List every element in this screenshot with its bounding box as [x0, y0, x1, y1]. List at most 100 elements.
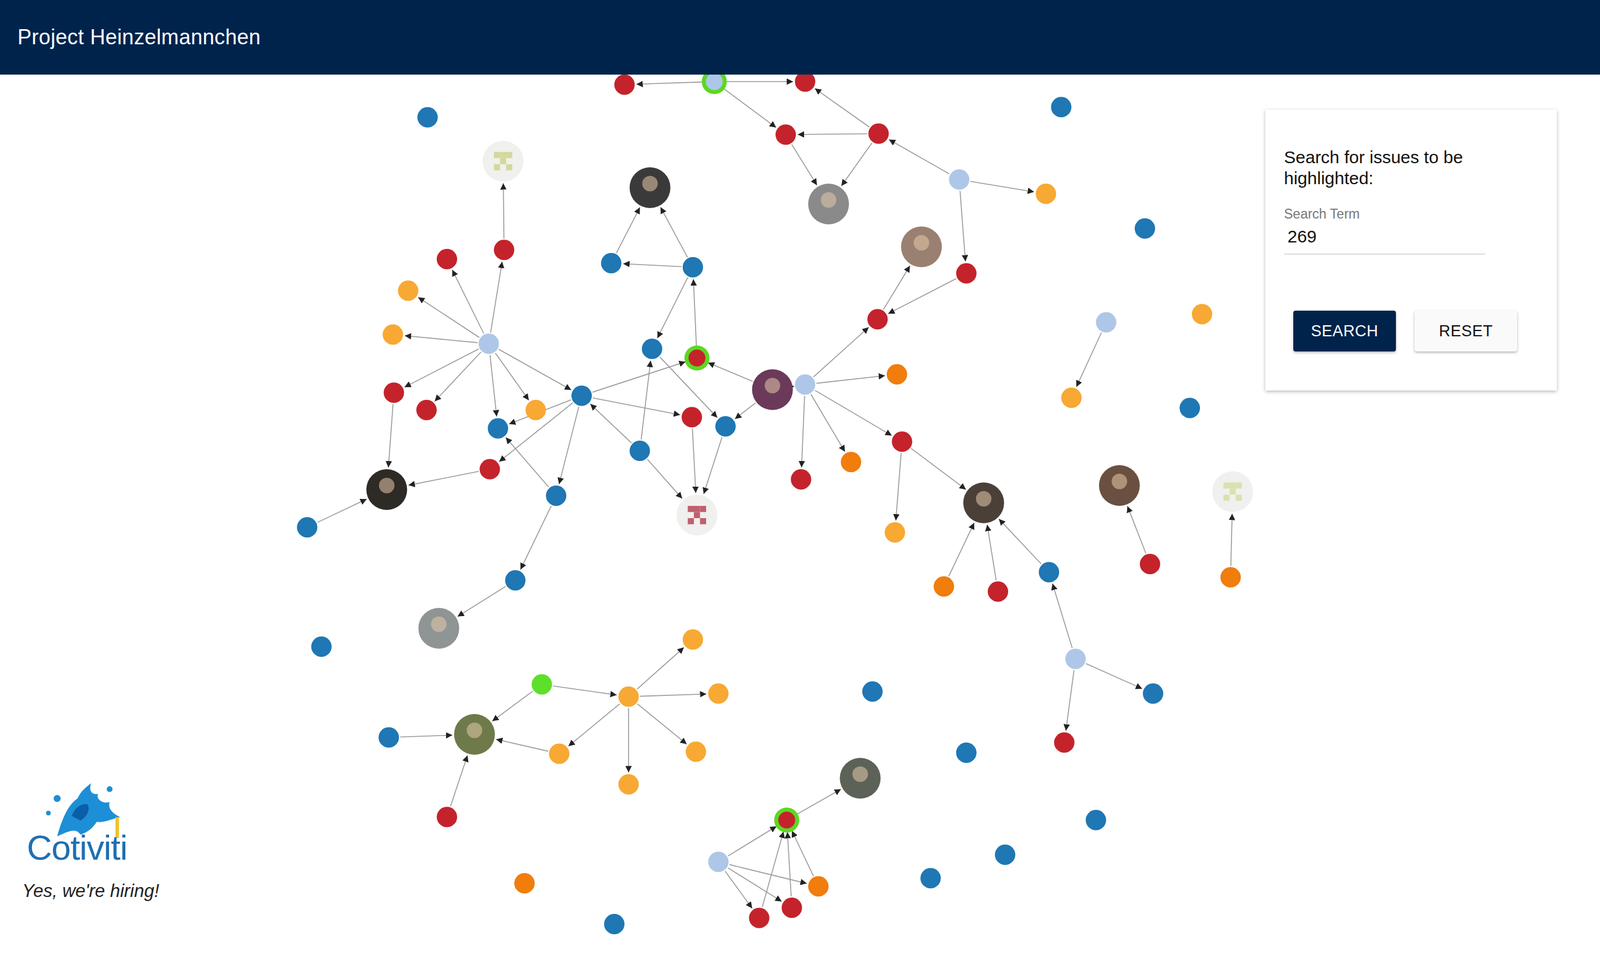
issue-node[interactable]	[892, 431, 913, 452]
issue-node[interactable]	[416, 400, 437, 421]
user-avatar[interactable]	[900, 226, 942, 268]
issue-node[interactable]	[417, 107, 438, 128]
issue-node[interactable]	[994, 844, 1016, 866]
user-avatar[interactable]	[454, 714, 496, 756]
issue-node[interactable]	[682, 257, 704, 278]
issue-node[interactable]	[1085, 810, 1107, 831]
issue-node[interactable]	[956, 263, 977, 284]
issue-node[interactable]	[525, 400, 546, 421]
reset-button[interactable]: RESET	[1414, 310, 1518, 352]
issue-node[interactable]	[296, 517, 318, 538]
issue-node[interactable]	[1139, 553, 1161, 575]
issue-node[interactable]	[1035, 183, 1056, 205]
issue-node[interactable]	[479, 459, 501, 480]
user-avatar[interactable]	[839, 758, 881, 799]
user-avatar[interactable]	[418, 608, 460, 649]
graph-edge	[637, 647, 684, 690]
issue-node[interactable]	[311, 636, 332, 658]
issue-node[interactable]	[708, 683, 729, 705]
issue-node[interactable]	[790, 469, 812, 490]
issue-node[interactable]	[1142, 683, 1164, 705]
issue-node[interactable]	[1096, 312, 1117, 333]
issue-node[interactable]	[436, 806, 458, 828]
issue-node[interactable]	[867, 309, 889, 330]
issue-node[interactable]	[1039, 562, 1060, 583]
issue-node[interactable]	[1220, 567, 1241, 588]
issue-node[interactable]	[504, 570, 526, 591]
issue-node[interactable]	[1051, 96, 1072, 118]
user-avatar[interactable]	[366, 469, 407, 511]
issue-node[interactable]	[1054, 732, 1075, 754]
issue-node[interactable]	[1191, 304, 1213, 325]
issue-node[interactable]	[1061, 387, 1082, 409]
issue-node[interactable]	[774, 808, 800, 834]
issue-node[interactable]	[531, 674, 553, 696]
search-input[interactable]	[1283, 222, 1486, 255]
issue-node[interactable]	[601, 253, 622, 274]
issue-node[interactable]	[478, 333, 500, 354]
user-avatar[interactable]	[1099, 465, 1140, 507]
issue-node[interactable]	[398, 280, 419, 301]
issue-node[interactable]	[549, 744, 570, 765]
issue-node[interactable]	[378, 727, 399, 749]
issue-node[interactable]	[684, 345, 710, 371]
search-button[interactable]: SEARCH	[1293, 310, 1396, 352]
issue-node[interactable]	[715, 416, 736, 437]
issue-node[interactable]	[682, 629, 704, 651]
issue-node[interactable]	[493, 239, 515, 261]
node-dot	[417, 107, 438, 128]
issue-node[interactable]	[708, 851, 729, 873]
user-avatar[interactable]	[629, 167, 671, 209]
issue-node[interactable]	[1065, 648, 1086, 670]
issue-node[interactable]	[933, 576, 954, 598]
issue-node[interactable]	[545, 485, 567, 507]
issue-node[interactable]	[794, 374, 816, 395]
issue-node[interactable]	[382, 324, 403, 346]
issue-node[interactable]	[629, 440, 651, 462]
issue-node[interactable]	[618, 686, 640, 708]
issue-node[interactable]	[514, 873, 535, 894]
issue-node[interactable]	[987, 581, 1009, 603]
issue-node[interactable]	[886, 364, 908, 385]
issue-node[interactable]	[618, 774, 640, 795]
brand: CotivitiYes, we're hiring!	[22, 781, 160, 903]
logo-text: Cotiviti	[22, 827, 128, 869]
node-dot	[708, 683, 729, 705]
node-dot	[987, 581, 1009, 603]
node-dot	[378, 727, 399, 749]
issue-node[interactable]	[488, 418, 509, 440]
issue-node[interactable]	[781, 897, 803, 919]
issue-node[interactable]	[641, 338, 663, 360]
issue-node[interactable]	[749, 908, 770, 929]
search-label: Search Term	[1283, 206, 1486, 223]
issue-node[interactable]	[685, 741, 707, 763]
issue-node[interactable]	[383, 382, 405, 403]
issue-node[interactable]	[840, 451, 862, 473]
issue-node[interactable]	[571, 386, 592, 407]
user-avatar[interactable]	[482, 141, 524, 182]
graph-edge	[723, 88, 777, 128]
user-avatar[interactable]	[676, 495, 718, 536]
avatar-photo	[1099, 465, 1140, 507]
issue-node[interactable]	[862, 681, 883, 703]
issue-node[interactable]	[614, 74, 635, 96]
issue-node[interactable]	[1179, 398, 1200, 419]
user-avatar[interactable]	[963, 482, 1005, 524]
issue-node[interactable]	[604, 914, 625, 935]
issue-node[interactable]	[868, 123, 889, 145]
user-avatar[interactable]	[752, 369, 794, 411]
issue-node[interactable]	[436, 248, 458, 270]
issue-node[interactable]	[681, 406, 703, 428]
issue-node[interactable]	[949, 169, 970, 191]
graph-edge	[734, 402, 756, 420]
issue-node[interactable]	[1134, 218, 1156, 240]
node-dot	[749, 908, 770, 929]
user-avatar[interactable]	[808, 183, 849, 225]
issue-node[interactable]	[808, 876, 829, 897]
issue-node[interactable]	[884, 522, 905, 543]
user-avatar[interactable]	[1212, 471, 1254, 513]
issue-node[interactable]	[956, 742, 977, 764]
issue-node[interactable]	[920, 868, 942, 889]
graph-edge	[693, 279, 697, 347]
issue-node[interactable]	[775, 124, 796, 146]
